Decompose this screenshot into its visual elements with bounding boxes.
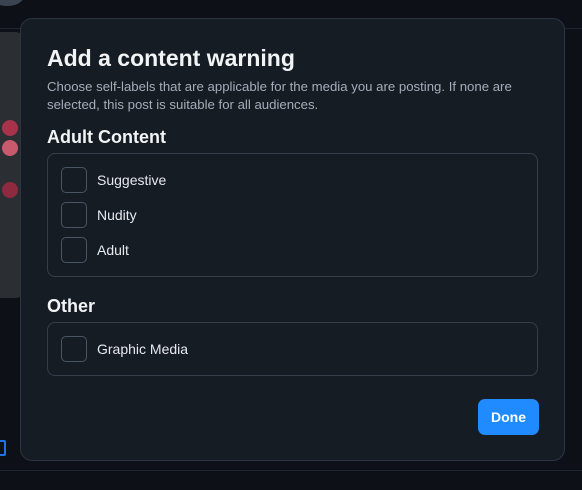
flower-decoration (2, 140, 18, 156)
checkbox[interactable] (61, 336, 87, 362)
option-label: Nudity (97, 207, 137, 223)
option-label: Graphic Media (97, 341, 189, 357)
checkbox[interactable] (61, 202, 87, 228)
checkbox[interactable] (61, 167, 87, 193)
content-warning-dialog: Add a content warning Choose self-labels… (20, 18, 565, 461)
section-heading-adult-content: Adult Content (47, 127, 166, 147)
option-graphic-media[interactable]: Graphic Media (61, 336, 188, 362)
option-adult[interactable]: Adult (61, 237, 129, 263)
dialog-description: Choose self-labels that are applicable f… (47, 79, 512, 112)
checkbox[interactable] (61, 237, 87, 263)
option-nudity[interactable]: Nudity (61, 202, 137, 228)
section-heading-other: Other (47, 296, 96, 316)
done-button[interactable]: Done (478, 399, 539, 435)
other-options-group: Graphic Media (47, 322, 538, 376)
option-suggestive[interactable]: Suggestive (61, 167, 166, 193)
adult-content-options-group: Suggestive Nudity Adult (47, 153, 538, 277)
background-media-thumbnail (0, 32, 22, 298)
dialog-title: Add a content warning (47, 45, 295, 71)
background-image-icon (0, 440, 6, 456)
background-avatar (0, 0, 24, 6)
option-label: Suggestive (97, 172, 167, 188)
background-divider (0, 470, 582, 471)
flower-decoration (2, 182, 18, 198)
flower-decoration (2, 120, 18, 136)
option-label: Adult (97, 242, 129, 258)
